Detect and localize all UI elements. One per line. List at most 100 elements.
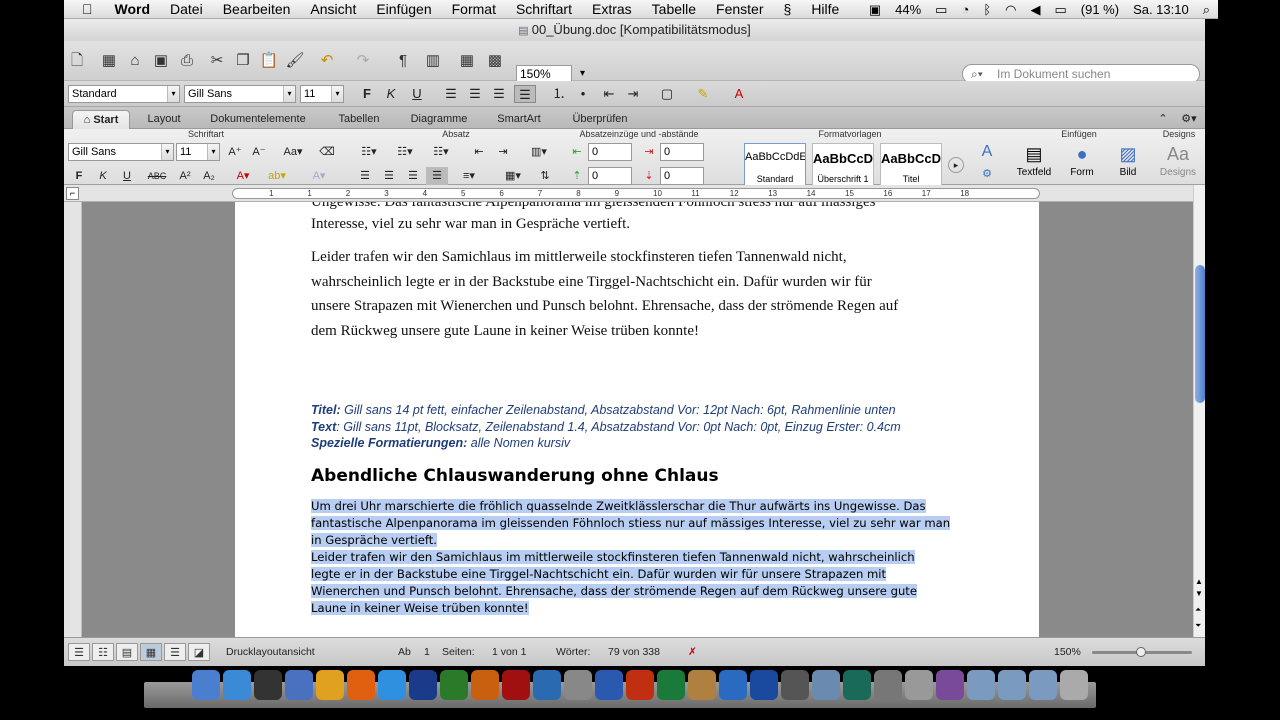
bullet-list-icon[interactable]: • [572,85,594,103]
align-left-icon[interactable]: ☰ [440,85,462,103]
indent-right-icon[interactable]: ⇥ [640,143,658,161]
change-case-icon[interactable]: Aa▾ [278,143,308,161]
dock-icon[interactable] [812,670,840,700]
scroll-down-icon[interactable]: ▼ [1195,589,1203,598]
undo-icon[interactable]: ↶ [316,50,338,72]
dock-icon[interactable] [285,670,313,700]
space-before-icon[interactable]: ⇡ [568,167,586,185]
dock-icon[interactable] [254,670,282,700]
font-color-icon[interactable]: A [728,85,750,103]
ribbon-align-center-icon[interactable]: ☰ [378,167,400,185]
wifi-icon[interactable]: ◠ [1005,2,1016,18]
designs-button[interactable]: Aa Designs [1156,141,1200,185]
scroll-thumb[interactable] [1195,265,1205,403]
menu-bearbeiten[interactable]: Bearbeiten [213,1,301,17]
battery-icon[interactable]: ▭ [935,2,947,18]
ribbon-justify-icon[interactable]: ☰ [426,167,448,185]
menu-schriftart[interactable]: Schriftart [506,1,582,17]
media-browser-icon[interactable]: ▩ [484,50,506,72]
indent-left-input[interactable]: 0 [588,143,632,161]
menu-tabelle[interactable]: Tabelle [642,1,706,17]
style-standard[interactable]: AaBbCcDdE Standard [744,143,806,187]
dock-icon[interactable] [843,670,871,700]
dock-icon[interactable] [657,670,685,700]
insert-textbox-button[interactable]: ▤ Textfeld [1014,141,1054,185]
styles-manage-icon[interactable]: ⚙ [974,165,1000,183]
dock-icon[interactable] [378,670,406,700]
menu-einfuegen[interactable]: Einfügen [366,1,441,17]
cut-icon[interactable]: ✂ [206,50,228,72]
ribbon-align-right-icon[interactable]: ☰ [402,167,424,185]
menu-fenster[interactable]: Fenster [706,1,773,17]
dock-icon[interactable] [409,670,437,700]
save-icon[interactable]: ▣ [150,50,172,72]
menu-ansicht[interactable]: Ansicht [300,1,366,17]
zoom-slider[interactable] [1092,647,1192,657]
gear-icon[interactable]: ⚙▾ [1178,110,1200,129]
time-machine-icon[interactable]: ◔ [961,2,969,17]
outline-view-icon[interactable]: ☷ [92,643,114,661]
sort-icon[interactable]: ⇅ [534,167,556,185]
dock-icon[interactable] [595,670,623,700]
ribbon-multilevel-icon[interactable]: ☷▾ [426,143,456,161]
highlight-icon[interactable]: ✎ [692,85,714,103]
size-select[interactable]: 11 ▾ [300,85,344,103]
format-painter-icon[interactable]: 🖌 [284,50,306,72]
dock-icon[interactable] [1060,670,1088,700]
underline-button[interactable]: U [406,85,428,103]
scroll-up-icon[interactable]: ▲ [1195,577,1203,586]
spotlight-icon[interactable]: ⌕ [1203,2,1210,18]
ribbon-decrease-indent-icon[interactable]: ⇤ [468,143,490,161]
numbered-list-icon[interactable]: ⒈ [548,85,570,103]
notebook-view-icon[interactable]: ☰ [164,643,186,661]
styles-pane-icon[interactable]: A [974,143,1000,161]
dock-icon[interactable] [564,670,592,700]
align-right-icon[interactable]: ☰ [488,85,510,103]
ribbon-highlight-icon[interactable]: ab▾ [264,167,290,185]
menu-extras[interactable]: Extras [582,1,642,17]
columns-icon[interactable]: ▥▾ [524,143,554,161]
document-page[interactable]: Ungewisse. Das fantastische Alpenpanoram… [235,202,1039,637]
spellcheck-status-icon[interactable]: ✗ [688,638,697,667]
strikethrough-button[interactable]: ABC [144,167,170,185]
dock-icon[interactable] [936,670,964,700]
tab-start[interactable]: ⌂ Start [72,110,130,129]
ribbon-numbering-icon[interactable]: ☷▾ [390,143,420,161]
menu-hilfe[interactable]: Hilfe [801,1,849,17]
volume-icon[interactable]: ◀ [1030,2,1040,18]
new-document-icon[interactable]: 🗋 [66,50,88,72]
collapse-ribbon-icon[interactable]: ⌃ [1156,110,1170,129]
print-icon[interactable]: ⎙ [176,50,198,72]
grow-font-icon[interactable]: A⁺ [224,143,246,161]
print-layout-view-icon[interactable]: ▦ [140,643,162,661]
dock-icon[interactable] [905,670,933,700]
space-after-input[interactable]: 0 [660,167,704,185]
align-center-icon[interactable]: ☰ [464,85,486,103]
dock-icon[interactable] [719,670,747,700]
selected-text[interactable]: Um drei Uhr marschierte die fröhlich qua… [311,498,963,617]
dock-icon[interactable] [192,670,220,700]
dock-icon[interactable] [440,670,468,700]
font-select[interactable]: Gill Sans ▾ [184,85,296,103]
volume-percent[interactable]: (91 %) [1081,2,1119,17]
dock-icon[interactable] [998,670,1026,700]
menu-datei[interactable]: Datei [160,1,213,17]
vertical-scrollbar[interactable]: ▲ ▼ ⏶ ⏷ [1193,185,1205,637]
ribbon-align-left-icon[interactable]: ☰ [354,167,376,185]
pilcrow-icon[interactable]: ¶ [392,50,414,72]
ribbon-increase-indent-icon[interactable]: ⇥ [492,143,514,161]
tab-layout[interactable]: Layout [134,110,194,129]
horizontal-ruler[interactable]: ⌐ 1 1 2 3 4 5 6 7 8 9 10 11 12 13 14 15 16 17 18 [64,185,1205,202]
italic-button[interactable]: K [380,85,402,103]
paste-icon[interactable]: 📋 [258,50,280,72]
ribbon-size-select[interactable]: 11 ▾ [176,143,220,161]
decrease-indent-icon[interactable]: ⇤ [598,85,620,103]
dock-icon[interactable] [502,670,530,700]
border-icon[interactable]: ▢ [656,85,678,103]
ribbon-font-select[interactable]: Gill Sans ▾ [68,143,174,161]
ribbon-borders-icon[interactable]: ▦▾ [498,167,528,185]
superscript-button[interactable]: A² [174,167,196,185]
dock-icon[interactable] [1029,670,1057,700]
bold-button[interactable]: F [356,85,378,103]
ribbon-font-color-icon[interactable]: A▾ [232,167,254,185]
